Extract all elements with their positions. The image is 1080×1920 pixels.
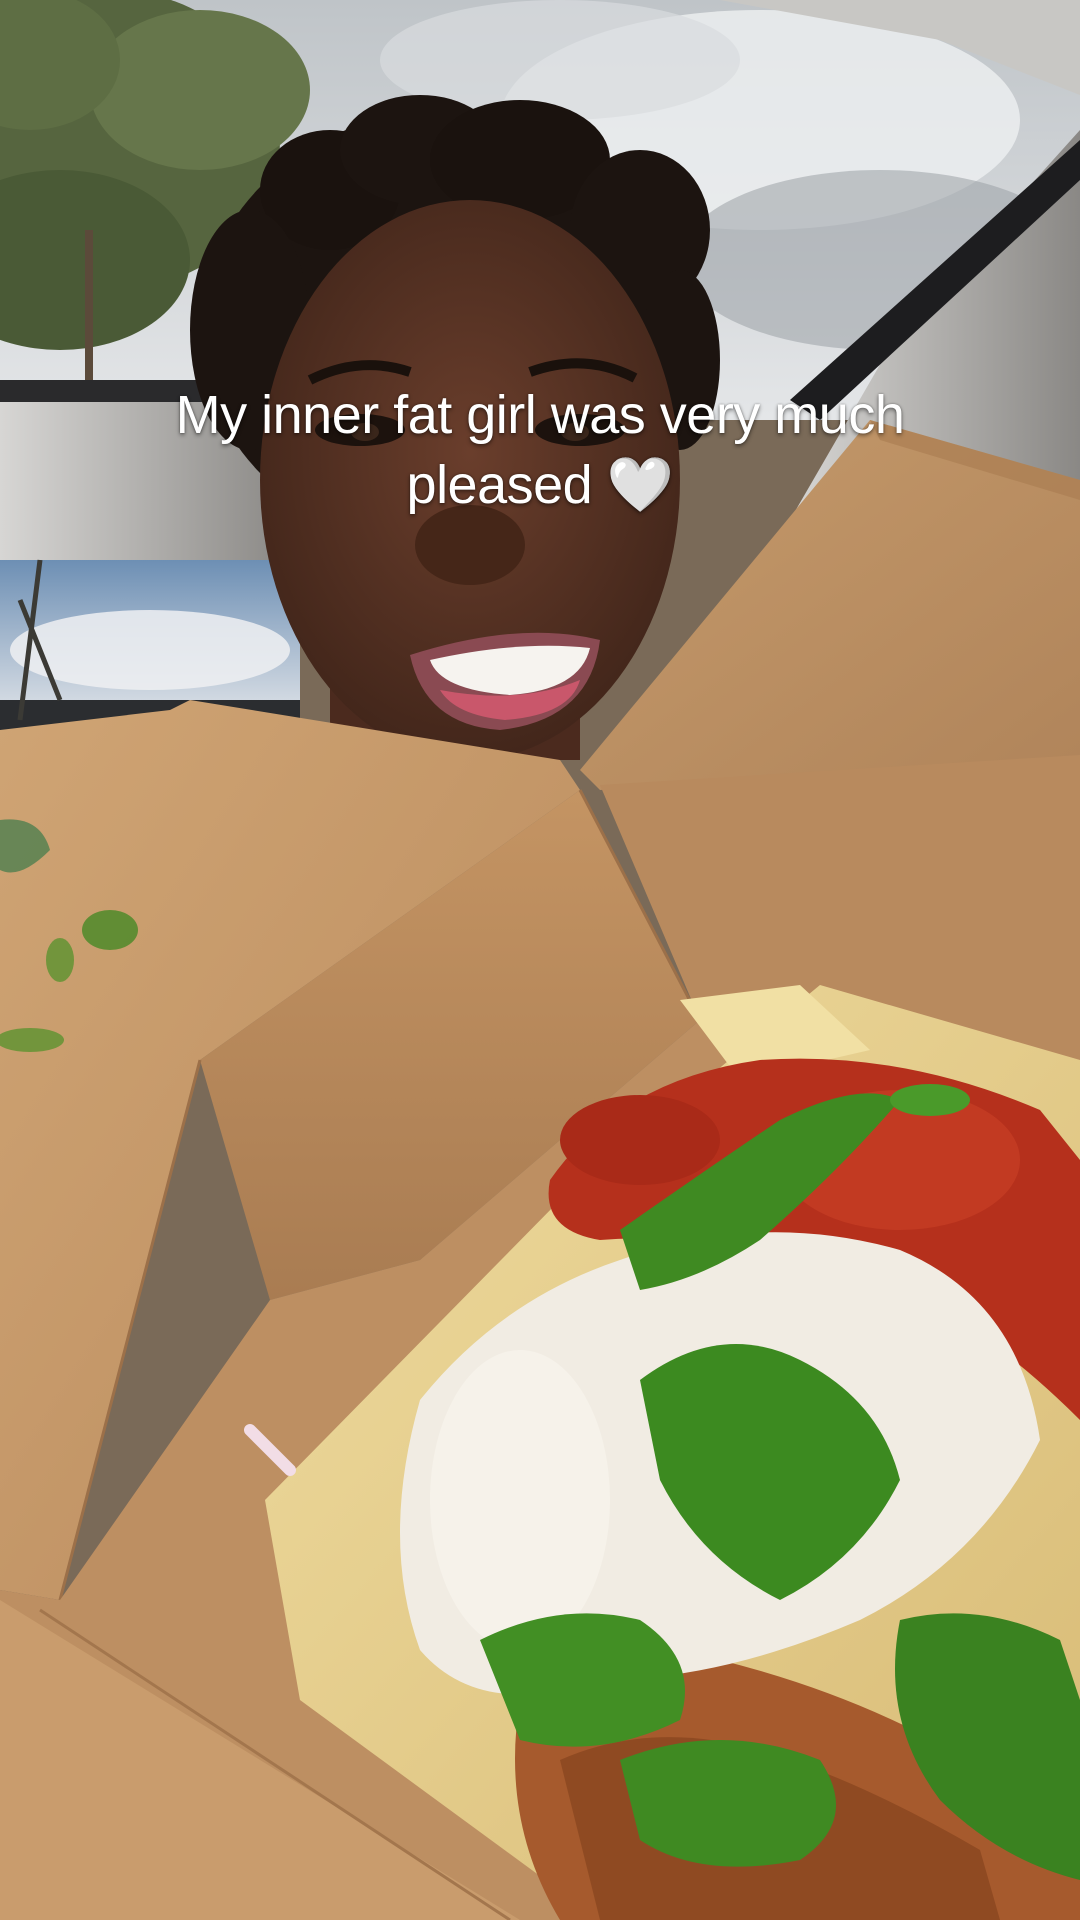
food-photo	[0, 0, 1080, 1920]
video-frame: My inner fat girl was very much pleased …	[0, 0, 1080, 1920]
caption-text: My inner fat girl was very much pleased	[175, 385, 905, 515]
caption-overlay: My inner fat girl was very much pleased …	[140, 380, 940, 520]
white-heart-icon: 🤍	[606, 453, 674, 516]
